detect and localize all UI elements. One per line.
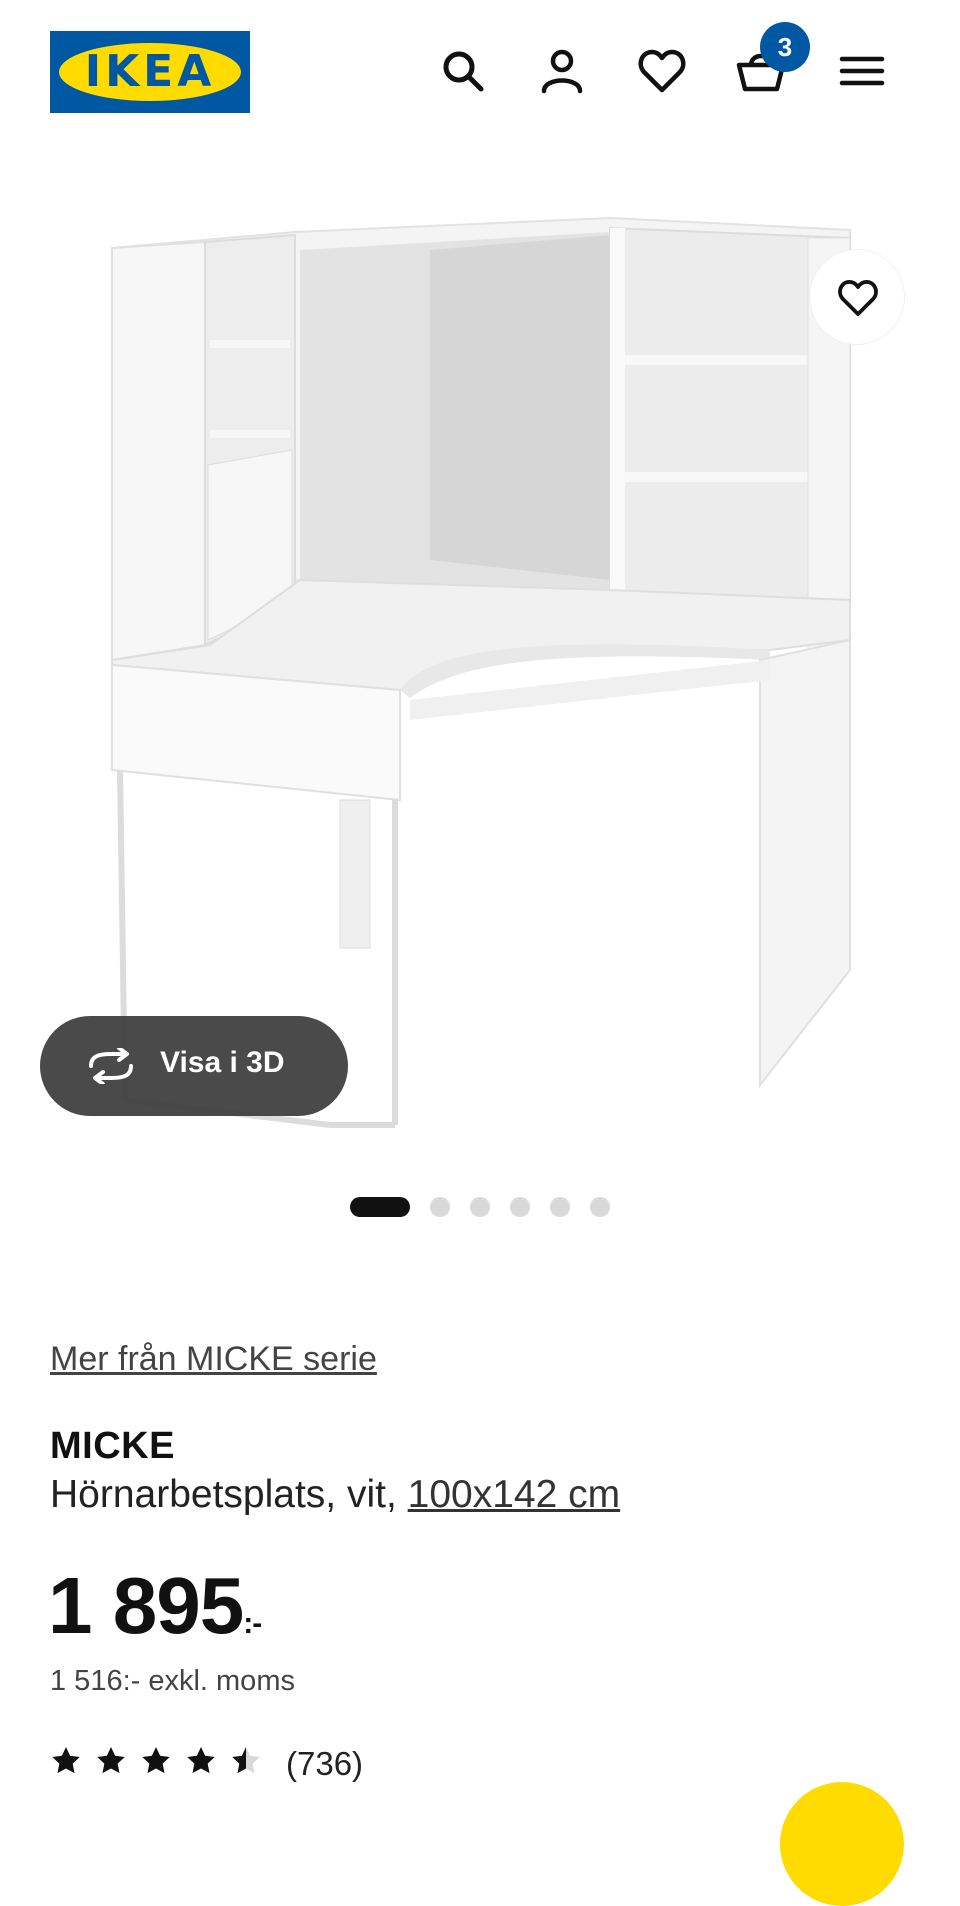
- star-icon: [187, 1747, 215, 1774]
- heart-icon: [838, 280, 878, 316]
- product-description: Hörnarbetsplats, vit, 100x142 cm: [50, 1473, 620, 1517]
- ikea-logo[interactable]: IKEA ®: [50, 31, 250, 113]
- star-icon: [52, 1747, 80, 1774]
- registered-mark: ®: [233, 53, 240, 63]
- product-type-text: Hörnarbetsplats, vit,: [50, 1473, 408, 1516]
- price-suffix: :-: [243, 1607, 262, 1640]
- account-icon[interactable]: [536, 45, 588, 97]
- heart-icon[interactable]: [636, 45, 688, 97]
- carousel-dot-3[interactable]: [470, 1197, 490, 1217]
- menu-icon[interactable]: [836, 45, 888, 97]
- search-icon[interactable]: [437, 45, 489, 97]
- logo-text: IKEA: [84, 46, 216, 97]
- carousel-dot-1[interactable]: [350, 1197, 410, 1217]
- half-star-icon: [232, 1747, 260, 1774]
- price-amount: 1 895: [48, 1561, 244, 1650]
- price: 1 895:-: [48, 1560, 262, 1652]
- series-link[interactable]: Mer från MICKE serie: [50, 1340, 377, 1379]
- star-icon: [97, 1747, 125, 1774]
- carousel-dot-5[interactable]: [550, 1197, 570, 1217]
- chat-button[interactable]: [780, 1782, 904, 1906]
- carousel-dot-6[interactable]: [590, 1197, 610, 1217]
- view-in-3d-label: Visa i 3D: [160, 1046, 285, 1079]
- top-bar: IKEA ® 3: [0, 0, 960, 140]
- product-name: MICKE: [50, 1425, 175, 1467]
- carousel-dot-4[interactable]: [510, 1197, 530, 1217]
- carousel-pagination: [0, 1195, 960, 1217]
- size-link[interactable]: 100x142 cm: [408, 1473, 620, 1516]
- view-in-3d-button[interactable]: Visa i 3D: [40, 1016, 348, 1116]
- rating-count[interactable]: (736): [286, 1745, 363, 1783]
- save-favorite-button[interactable]: [810, 250, 904, 344]
- carousel-dot-2[interactable]: [430, 1197, 450, 1217]
- price-excl-vat: 1 516:- exkl. moms: [50, 1665, 295, 1697]
- cart-count-badge: 3: [760, 22, 810, 72]
- rotate-3d-icon: [89, 1048, 133, 1084]
- star-icon: [142, 1747, 170, 1774]
